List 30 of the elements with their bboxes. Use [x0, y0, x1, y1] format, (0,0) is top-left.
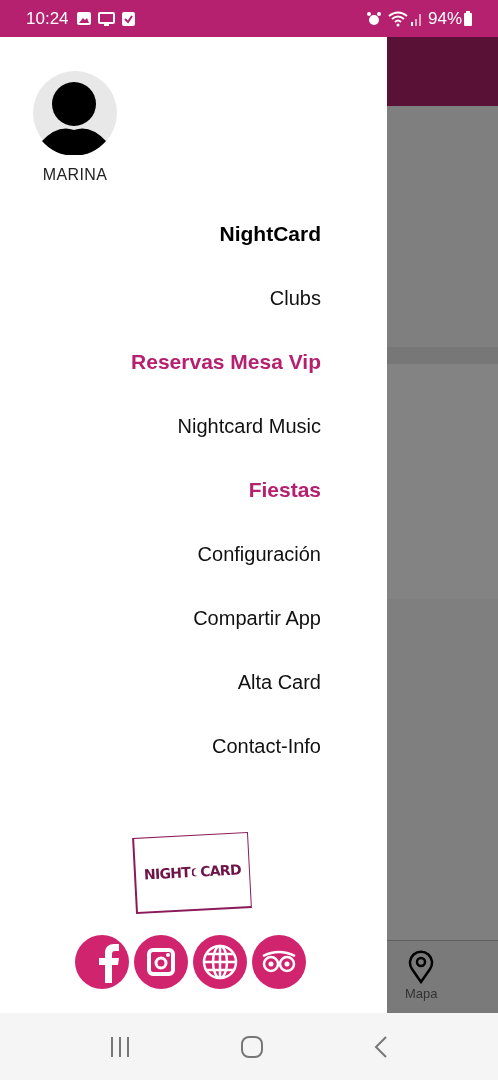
menu-item[interactable]: Configuración: [197, 539, 321, 569]
avatar-icon: [33, 71, 117, 155]
menu-item[interactable]: Alta Card: [237, 667, 321, 697]
owl-eyes-icon[interactable]: [252, 935, 306, 989]
menu-item[interactable]: Reservas Mesa Vip: [131, 346, 321, 378]
menu-item[interactable]: Nightcard Music: [177, 411, 321, 441]
alarm-icon: [366, 11, 381, 26]
signal-icon: [410, 11, 423, 26]
globe-icon[interactable]: [193, 935, 247, 989]
monitor-icon: [97, 11, 115, 26]
checkbox-icon: [121, 11, 135, 26]
camera-icon[interactable]: [134, 935, 188, 989]
user-name: MARINA: [42, 165, 108, 185]
map-pin-icon: [408, 950, 435, 985]
menu-item[interactable]: Fiestas: [248, 474, 321, 506]
facebook-icon[interactable]: [75, 935, 129, 989]
menu-item[interactable]: Contact-Info: [212, 731, 321, 761]
moon-icon: [191, 867, 199, 877]
wifi-icon: [387, 10, 408, 27]
back-icon[interactable]: [372, 1034, 389, 1059]
battery-icon: [464, 11, 472, 26]
image-icon: [76, 12, 91, 25]
menu-item[interactable]: Clubs: [269, 283, 321, 313]
recent-apps-icon[interactable]: [109, 1035, 132, 1058]
menu-item[interactable]: Compartir App: [193, 603, 321, 633]
clock-text: 10:24: [26, 7, 69, 30]
battery-percent-text: 94%: [427, 7, 462, 30]
home-icon[interactable]: [240, 1034, 264, 1059]
menu-item[interactable]: NightCard: [219, 218, 321, 250]
nightcard-logo: NIGHT CARD: [132, 832, 252, 914]
